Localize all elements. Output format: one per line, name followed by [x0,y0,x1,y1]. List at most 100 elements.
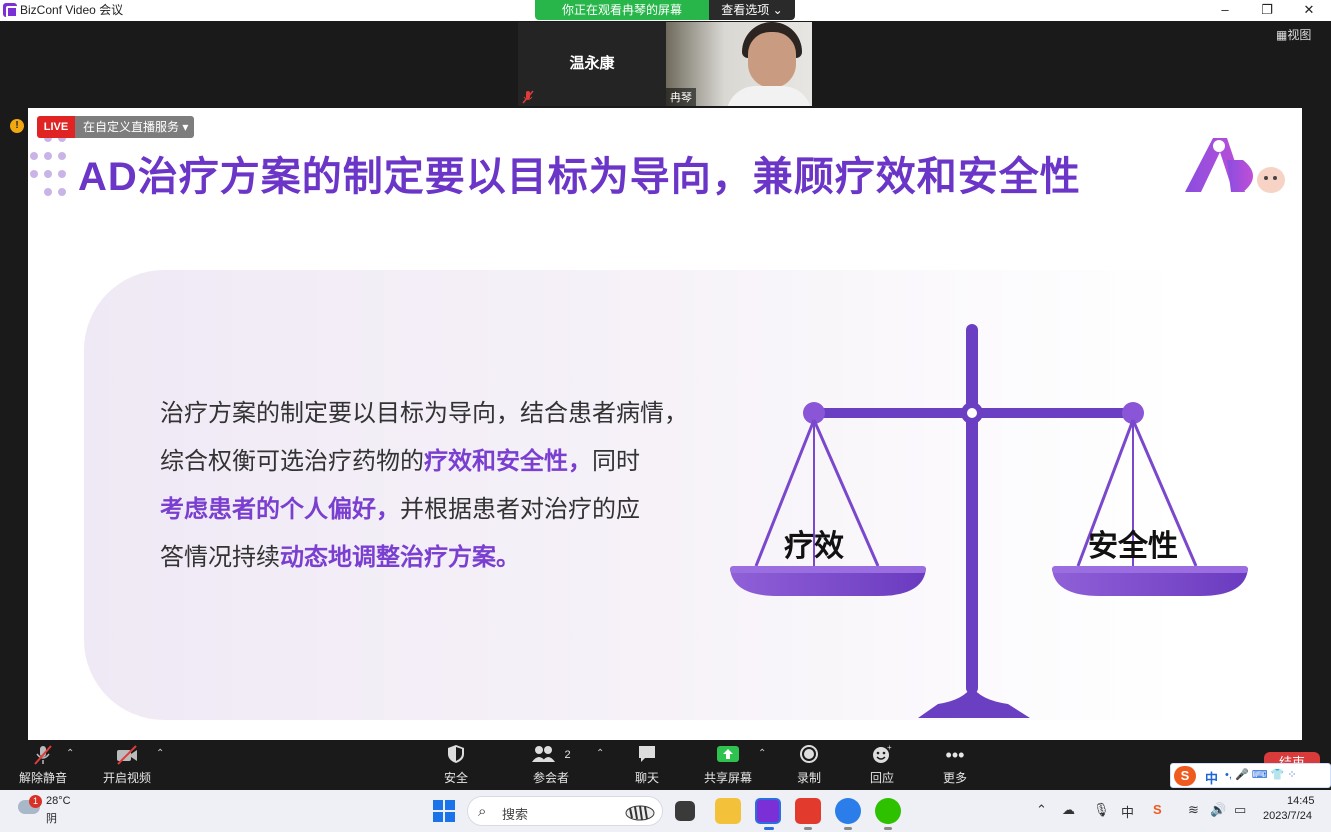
windows-taskbar: 1 28°C 阴 ⌕ 搜索 ⌃ ☁ 🎙 中 S ≋ 🔊 ▭ 14:45 2023… [0,790,1331,832]
video-options-caret-icon[interactable]: ⌃ [156,748,164,759]
body-phrase: 答情况持续 [160,544,280,571]
shield-icon [421,744,491,766]
weather-notification-badge: 1 [29,795,42,808]
participant-tile[interactable]: 温永康 [518,22,666,106]
video-off-icon [92,744,162,766]
record-button[interactable]: 录制 [774,744,844,786]
running-indicator [844,827,852,830]
balance-scale-illustration: 疗效 安全性 [730,324,1248,718]
record-icon [774,744,844,766]
windows-start-icon[interactable] [433,800,455,822]
reactions-button[interactable]: + 回应 [847,743,917,786]
participant-name: 温永康 [569,55,615,72]
participants-label: 参会者 [532,771,569,785]
share-screen-icon [693,744,763,766]
participants-count: 2 [564,749,571,761]
meeting-toolbar: 解除静音 ⌃ 开启视频 ⌃ 安全 2 参会者 ⌃ 聊天 共享屏幕 ⌃ 录制 + … [0,740,1331,790]
task-view-icon[interactable] [675,801,695,821]
file-explorer-icon[interactable] [715,798,741,824]
share-screen-button[interactable]: 共享屏幕 [693,744,763,786]
search-icon: ⌕ [478,803,487,820]
more-label: 更多 [942,771,967,785]
security-button[interactable]: 安全 [421,744,491,786]
participants-button[interactable]: 2 参会者 [516,744,586,786]
ime-mode-label[interactable]: 中 [1205,768,1218,787]
view-options-button[interactable]: 查看选项 ⌄ [709,0,795,20]
body-phrase: 并根据患者对治疗的应 [400,496,640,523]
sogou-tray-icon[interactable]: S [1153,802,1162,817]
body-text-line: 综合权衡可选治疗药物的疗效和安全性，同时 [160,438,720,486]
clock-date[interactable]: 2023/7/24 [1263,810,1312,822]
video-person-face [748,32,796,88]
app-logo-icon [3,3,18,18]
clock-time[interactable]: 14:45 [1287,795,1315,807]
decorative-dots [28,134,74,200]
share-screen-label: 共享屏幕 [703,771,752,785]
chat-label: 聊天 [634,771,659,785]
shared-screen-slide: AD治疗方案的制定要以目标为导向，兼顾疗效和安全性 治疗方案的制定要以目标为导向… [28,108,1302,740]
participants-caret-icon[interactable]: ⌃ [596,748,604,759]
volume-icon[interactable]: 🔊 [1210,802,1226,818]
body-phrase: 同时 [592,448,640,475]
start-video-button[interactable]: 开启视频 [92,744,162,786]
audio-options-caret-icon[interactable]: ⌃ [66,748,74,759]
sogou-browser-icon[interactable] [835,798,861,824]
live-badge[interactable]: LIVE [37,116,75,138]
running-indicator [804,827,812,830]
minimize-button[interactable]: – [1202,0,1248,21]
ad-logo-icon [1185,138,1285,193]
body-text-line: 答情况持续动态地调整治疗方案。 [160,534,720,582]
ime-toolbar[interactable]: S 中 •, 🎤 ⌨ 👕 ⁘ [1170,763,1331,788]
slide-title: AD治疗方案的制定要以目标为导向，兼顾疗效和安全性 [78,155,1081,199]
live-service-dropdown[interactable]: 在自定义直播服务 ▾ [75,116,194,138]
running-indicator [884,827,892,830]
restore-button[interactable]: ❐ [1244,0,1290,21]
more-button[interactable]: ••• 更多 [920,744,990,786]
view-layout-button[interactable]: ▦视图 [1276,26,1311,43]
body-phrase: 治疗方案的制定要以目标为导向，结合患者病情， [160,400,688,427]
taskbar-search[interactable]: ⌕ 搜索 [467,796,663,826]
body-text-line: 治疗方案的制定要以目标为导向，结合患者病情， [160,390,720,438]
more-dots-icon: ••• [945,745,965,765]
share-options-caret-icon[interactable]: ⌃ [758,748,766,759]
unmute-label: 解除静音 [18,771,67,785]
weather-condition[interactable]: 阴 [46,810,57,826]
search-highlight-zebra-icon [625,805,655,821]
bizconf-taskbar-icon[interactable] [755,798,781,824]
video-person-body [726,86,812,106]
battery-icon[interactable]: ▭ [1234,802,1246,818]
active-app-indicator [764,827,774,830]
close-button[interactable]: ✕ [1286,0,1331,21]
scale-left-label: 疗效 [784,529,844,564]
weather-temperature[interactable]: 28°C [46,795,71,807]
security-shield-icon[interactable]: ! [10,119,24,133]
participant-video-name: 冉琴 [666,88,696,106]
highlighted-phrase: 疗效和安全性， [424,448,592,475]
wps-office-icon[interactable] [795,798,821,824]
scale-right-label: 安全性 [1088,529,1178,564]
highlighted-phrase: 动态地调整治疗方案。 [280,544,520,571]
start-video-label: 开启视频 [102,771,151,785]
slide-body-text: 治疗方案的制定要以目标为导向，结合患者病情， 综合权衡可选治疗药物的疗效和安全性，… [160,390,720,582]
security-label: 安全 [443,771,468,785]
ime-tool-icons[interactable]: •, 🎤 ⌨ 👕 ⁘ [1225,768,1297,781]
screen-share-banner: 你正在观看冉琴的屏幕 [535,0,709,20]
reactions-label: 回应 [869,771,894,785]
svg-text:+: + [887,744,892,752]
window-title: BizConf Video 会议 [20,3,124,17]
sogou-ime-icon: S [1174,766,1196,786]
chat-button[interactable]: 聊天 [612,744,682,786]
wifi-icon[interactable]: ≋ [1188,802,1199,818]
body-phrase: 综合权衡可选治疗药物的 [160,448,424,475]
onedrive-cloud-icon[interactable]: ☁ [1062,802,1075,818]
record-label: 录制 [796,771,821,785]
microphone-tray-icon[interactable]: 🎙 [1093,802,1110,818]
participant-video-tile[interactable]: 冉琴 [666,22,812,106]
emoji-icon: + [847,743,917,766]
wechat-icon[interactable] [875,798,901,824]
tray-overflow-chevron-icon[interactable]: ⌃ [1036,802,1047,818]
participants-icon: 2 [516,744,586,766]
ime-tray-label[interactable]: 中 [1121,802,1134,821]
search-placeholder: 搜索 [502,807,529,822]
zoom-meeting-window: BizConf Video 会议 – ❐ ✕ 你正在观看冉琴的屏幕 查看选项 ⌄… [0,0,1331,832]
